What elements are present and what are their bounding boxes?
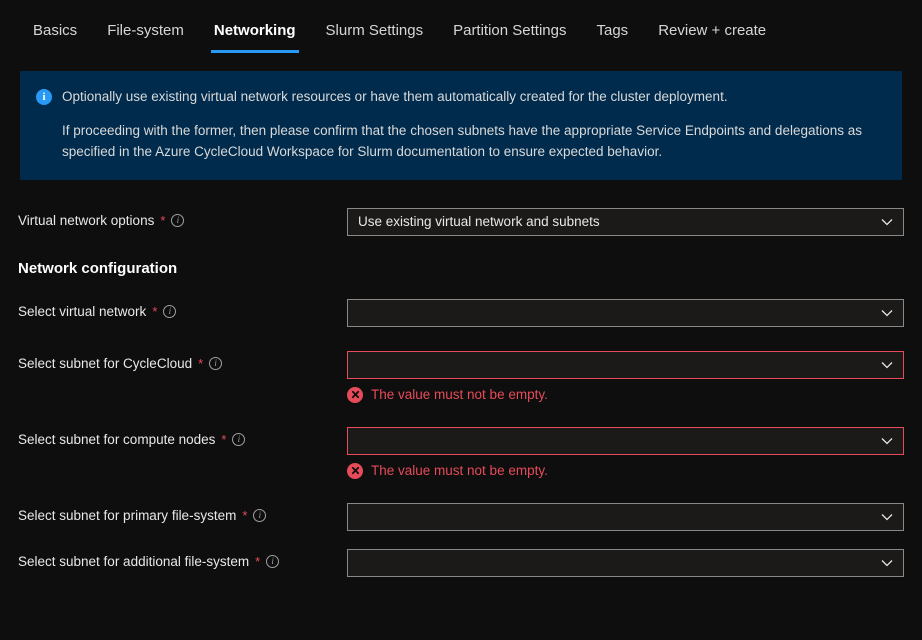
required-indicator: * [152, 304, 157, 319]
error-message: The value must not be empty. [347, 387, 904, 403]
tab-slurm-settings[interactable]: Slurm Settings [311, 12, 439, 53]
info-icon: i [36, 89, 52, 105]
required-indicator: * [242, 508, 247, 523]
label-subnet-cyclecloud: Select subnet for CycleCloud * i [18, 351, 331, 371]
info-paragraph-1: Optionally use existing virtual network … [62, 87, 886, 107]
label-subnet-primary-fs: Select subnet for primary file-system * … [18, 503, 331, 523]
info-text: Optionally use existing virtual network … [62, 87, 886, 162]
chevron-down-icon [881, 437, 893, 445]
label-text: Select subnet for CycleCloud [18, 356, 192, 371]
help-icon[interactable]: i [209, 357, 222, 370]
row-subnet-cyclecloud: Select subnet for CycleCloud * i The val… [18, 351, 904, 403]
required-indicator: * [255, 554, 260, 569]
error-icon [347, 463, 363, 479]
select-vnet-options[interactable]: Use existing virtual network and subnets [347, 208, 904, 236]
tab-tags[interactable]: Tags [582, 12, 644, 53]
select-subnet-primary-fs[interactable] [347, 503, 904, 531]
tab-basics[interactable]: Basics [18, 12, 92, 53]
required-indicator: * [160, 213, 165, 228]
label-text: Select subnet for compute nodes [18, 432, 215, 447]
chevron-down-icon [881, 513, 893, 521]
error-text: The value must not be empty. [371, 463, 548, 478]
label-subnet-additional-fs: Select subnet for additional file-system… [18, 549, 331, 569]
chevron-down-icon [881, 218, 893, 226]
label-text: Virtual network options [18, 213, 154, 228]
row-select-vnet: Select virtual network * i [18, 299, 904, 327]
help-icon[interactable]: i [163, 305, 176, 318]
help-icon[interactable]: i [266, 555, 279, 568]
info-paragraph-2: If proceeding with the former, then plea… [62, 121, 886, 162]
row-subnet-primary-fs: Select subnet for primary file-system * … [18, 503, 904, 531]
required-indicator: * [198, 356, 203, 371]
error-text: The value must not be empty. [371, 387, 548, 402]
label-text: Select virtual network [18, 304, 146, 319]
chevron-down-icon [881, 309, 893, 317]
help-icon[interactable]: i [171, 214, 184, 227]
select-vnet[interactable] [347, 299, 904, 327]
section-title-network-config: Network configuration [18, 260, 904, 277]
row-subnet-additional-fs: Select subnet for additional file-system… [18, 549, 904, 577]
chevron-down-icon [881, 559, 893, 567]
tab-file-system[interactable]: File-system [92, 12, 199, 53]
error-message: The value must not be empty. [347, 463, 904, 479]
tabs: Basics File-system Networking Slurm Sett… [18, 12, 904, 53]
select-subnet-cyclecloud[interactable] [347, 351, 904, 379]
label-subnet-compute: Select subnet for compute nodes * i [18, 427, 331, 447]
select-subnet-compute[interactable] [347, 427, 904, 455]
label-vnet-options: Virtual network options * i [18, 208, 331, 228]
required-indicator: * [221, 432, 226, 447]
label-select-vnet: Select virtual network * i [18, 299, 331, 319]
tab-partition-settings[interactable]: Partition Settings [438, 12, 581, 53]
chevron-down-icon [881, 361, 893, 369]
select-subnet-additional-fs[interactable] [347, 549, 904, 577]
info-box: i Optionally use existing virtual networ… [20, 71, 902, 180]
row-subnet-compute: Select subnet for compute nodes * i The … [18, 427, 904, 479]
tab-review-create[interactable]: Review + create [643, 12, 781, 53]
row-vnet-options: Virtual network options * i Use existing… [18, 208, 904, 236]
error-icon [347, 387, 363, 403]
label-text: Select subnet for additional file-system [18, 554, 249, 569]
help-icon[interactable]: i [232, 433, 245, 446]
tab-networking[interactable]: Networking [199, 12, 311, 53]
select-value: Use existing virtual network and subnets [358, 214, 600, 229]
help-icon[interactable]: i [253, 509, 266, 522]
label-text: Select subnet for primary file-system [18, 508, 236, 523]
